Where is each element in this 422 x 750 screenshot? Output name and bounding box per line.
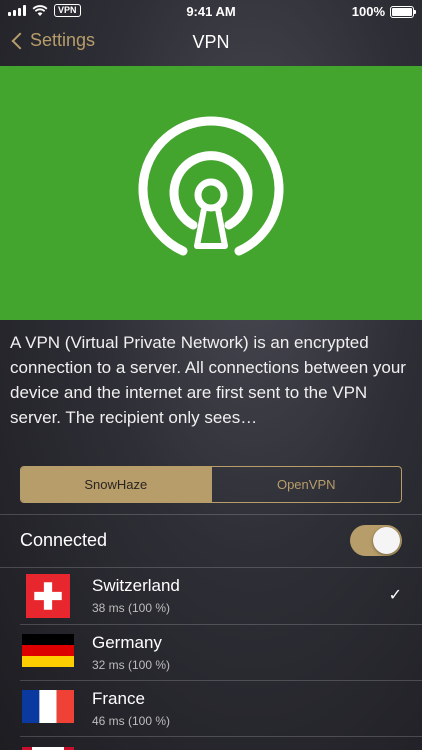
server-row-france[interactable]: France 46 ms (100 %)	[0, 681, 422, 737]
battery-icon	[390, 5, 416, 18]
partial-flag-icon	[22, 744, 74, 750]
connected-toggle[interactable]	[350, 525, 402, 556]
openvpn-logo-icon	[138, 116, 284, 256]
connected-row: Connected	[0, 515, 422, 567]
battery-percent: 100%	[351, 4, 385, 19]
hero-banner	[0, 66, 422, 320]
server-name: Germany	[92, 633, 162, 652]
nav-bar: Settings VPN	[0, 22, 422, 66]
status-bar: VPN 9:41 AM 100%	[0, 0, 422, 22]
switzerland-flag-icon	[26, 574, 70, 618]
page-title: VPN	[192, 32, 230, 52]
vpn-description: A VPN (Virtual Private Network) is an en…	[10, 333, 406, 427]
vpn-provider-segmented-control: SnowHaze OpenVPN	[20, 466, 402, 503]
server-latency: 38 ms (100 %)	[92, 601, 171, 615]
segment-openvpn[interactable]: OpenVPN	[210, 467, 402, 502]
server-name: Switzerland	[92, 576, 180, 595]
status-right: 100%	[351, 4, 416, 19]
server-latency: 32 ms (100 %)	[92, 658, 171, 672]
germany-flag-icon	[22, 634, 74, 667]
toggle-knob	[373, 527, 400, 554]
checkmark-icon: ✓	[388, 587, 402, 604]
connected-label: Connected	[20, 530, 108, 550]
segment-snowhaze[interactable]: SnowHaze	[21, 467, 211, 502]
server-row-germany[interactable]: Germany 32 ms (100 %)	[0, 625, 422, 681]
server-row-switzerland[interactable]: Switzerland 38 ms (100 %) ✓	[0, 568, 422, 624]
server-name: France	[92, 689, 145, 708]
france-flag-icon	[22, 690, 74, 723]
server-latency: 46 ms (100 %)	[92, 714, 171, 728]
divider	[20, 736, 422, 737]
